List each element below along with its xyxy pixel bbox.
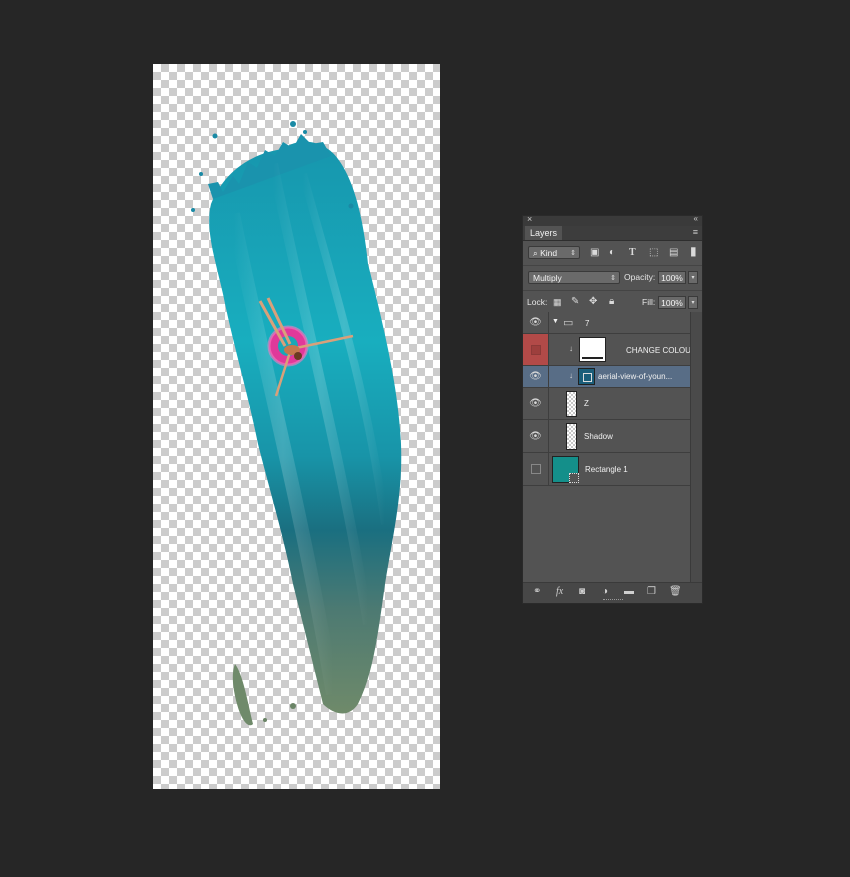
opacity-input[interactable]: 100%: [658, 271, 686, 284]
adjustment-layer-icon[interactable]: ◑: [602, 586, 608, 597]
shape-thumbnail: [552, 456, 579, 483]
layer-list-scrollbar[interactable]: [690, 312, 702, 582]
layers-panel: × « Layers ≡ ⌕ Kind ⇕ ▣ ◐ T ⬚ ▤ ▮ Multip…: [522, 214, 703, 604]
opacity-label: Opacity:: [624, 272, 656, 282]
layer-thumbnail: [566, 391, 577, 417]
layer-row-rectangle-1[interactable]: Rectangle 1: [523, 453, 690, 486]
add-mask-icon[interactable]: ◙: [579, 586, 585, 597]
lock-position-icon[interactable]: ✥: [589, 296, 597, 308]
layer-name: Shadow: [584, 432, 613, 441]
smart-object-filter-icon[interactable]: ▤: [669, 247, 678, 259]
panel-menu-icon[interactable]: ≡: [693, 227, 698, 237]
layer-row-aerial-view[interactable]: 👁︎ ↓ aerial-view-of-youn...: [523, 366, 690, 388]
eye-icon[interactable]: 👁︎: [523, 388, 549, 419]
layer-name: CHANGE COLOUR: [626, 346, 697, 355]
visibility-toggle[interactable]: [523, 453, 549, 485]
resize-grip[interactable]: [603, 599, 623, 602]
lock-label: Lock:: [527, 297, 548, 307]
clipping-arrow-icon: ↓: [569, 371, 573, 380]
layer-name: 7: [585, 319, 590, 328]
eye-icon[interactable]: 👁︎: [523, 312, 549, 333]
layer-name: Rectangle 1: [585, 465, 628, 474]
adjustment-filter-icon[interactable]: ◐: [609, 247, 615, 259]
fill-label: Fill:: [642, 297, 656, 307]
brush-stroke-artwork: [191, 121, 402, 726]
folder-icon: ▭: [563, 317, 574, 329]
panel-titlebar: × «: [523, 214, 702, 226]
document-canvas[interactable]: [153, 64, 440, 789]
new-group-icon[interactable]: ▬: [624, 586, 634, 597]
shape-filter-icon[interactable]: ⬚: [649, 247, 658, 259]
chevron-updown-icon: ⇕: [610, 275, 616, 282]
eye-icon[interactable]: 👁︎: [523, 366, 549, 387]
filter-kind-dropdown[interactable]: ⌕ Kind ⇕: [528, 246, 580, 259]
splatter-dot: [290, 121, 296, 127]
layer-name: Z: [584, 399, 589, 408]
layer-row-z[interactable]: 👁︎ Z: [523, 388, 690, 420]
layer-row-shadow[interactable]: 👁︎ Shadow: [523, 420, 690, 453]
splatter-dot: [199, 172, 203, 176]
blend-mode-label: Multiply: [533, 273, 562, 283]
tab-layers[interactable]: Layers: [525, 226, 563, 240]
layer-name: aerial-view-of-youn...: [598, 372, 673, 381]
disclosure-triangle-icon[interactable]: ▼: [552, 318, 559, 325]
panel-footer: ⚭ fx ◙ ◑ ▬ ❐ 🗑︎: [523, 582, 702, 603]
eye-icon[interactable]: 👁︎: [523, 420, 549, 452]
visibility-toggle[interactable]: [523, 334, 549, 365]
panel-tab-row: Layers ≡: [523, 226, 702, 241]
blend-mode-dropdown[interactable]: Multiply ⇕: [528, 271, 620, 284]
image-filter-icon[interactable]: ▣: [590, 247, 599, 259]
filter-row: ⌕ Kind ⇕ ▣ ◐ T ⬚ ▤ ▮: [523, 241, 702, 266]
splatter-dot: [348, 203, 354, 209]
brush-tail: [232, 664, 253, 726]
fill-dropdown-arrow[interactable]: ▾: [688, 296, 698, 309]
splatter-dot: [191, 208, 195, 212]
trash-icon[interactable]: 🗑︎: [669, 586, 682, 597]
type-filter-icon[interactable]: T: [629, 247, 636, 259]
filter-toggle-icon[interactable]: ▮: [690, 245, 697, 257]
chevron-updown-icon: ⇕: [570, 250, 576, 257]
new-layer-icon[interactable]: ❐: [647, 586, 656, 597]
lock-all-icon[interactable]: 🔒︎: [609, 296, 614, 308]
splatter-dot: [290, 703, 296, 709]
lock-transparency-icon[interactable]: ▦: [553, 296, 562, 308]
link-layers-icon[interactable]: ⚭: [533, 586, 541, 597]
smart-object-thumbnail: [578, 368, 595, 385]
fill-input[interactable]: 100%: [658, 296, 686, 309]
splatter-dot: [212, 133, 218, 139]
opacity-dropdown-arrow[interactable]: ▾: [688, 271, 698, 284]
layer-thumbnail: [566, 423, 577, 450]
filter-kind-label: Kind: [540, 248, 558, 258]
double-chevron-icon[interactable]: «: [694, 214, 698, 223]
close-icon[interactable]: ×: [527, 214, 532, 224]
layer-list: 👁︎ ▼ ▭ 7 ↓ CHANGE COLOUR 👁︎ ↓ aerial-vie…: [523, 312, 697, 582]
splatter-dot: [263, 718, 267, 722]
layer-row-group-7[interactable]: 👁︎ ▼ ▭ 7: [523, 312, 690, 334]
blend-row: Multiply ⇕ Opacity: 100% ▾: [523, 266, 702, 291]
splatter-dot: [303, 130, 307, 134]
lock-paint-icon[interactable]: ✎: [571, 296, 579, 308]
layer-row-change-colour[interactable]: ↓ CHANGE COLOUR: [523, 334, 697, 366]
clipping-arrow-icon: ↓: [569, 344, 573, 353]
fx-icon[interactable]: fx: [556, 586, 563, 597]
adjustment-thumbnail: [579, 337, 606, 362]
